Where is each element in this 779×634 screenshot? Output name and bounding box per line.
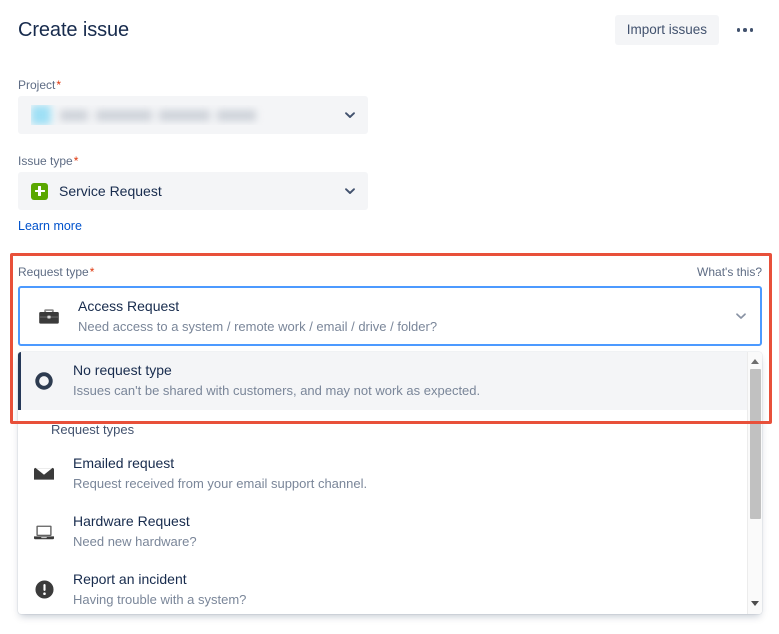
page-header: Create issue Import issues [0,0,779,60]
briefcase-icon [34,303,64,329]
request-type-label: Request type* [18,265,94,279]
chevron-down-icon [343,184,357,198]
dropdown-option-text: Emailed request Request received from yo… [59,454,750,493]
request-type-selected-text: Access Request Need access to a system /… [64,297,734,335]
whats-this-link[interactable]: What's this? [697,265,762,279]
issue-type-select-value: Service Request [31,182,343,200]
dropdown-option-title: Report an incident [73,571,187,587]
request-type-label-text: Request type [18,265,89,279]
dropdown-option-title: Emailed request [73,455,175,471]
dropdown-option-text: Hardware Request Need new hardware? [59,512,750,551]
project-label-text: Project [18,78,56,92]
project-select-value [31,105,343,125]
scroll-up-arrow-icon[interactable] [748,354,762,368]
request-type-selected-title: Access Request [78,298,180,314]
required-marker: * [56,78,62,92]
chevron-down-icon [343,108,357,122]
laptop-icon [29,519,59,545]
envelope-icon [29,461,59,487]
page-title: Create issue [18,18,130,41]
dropdown-option-emailed-request[interactable]: Emailed request Request received from yo… [18,445,762,503]
dropdown-group-label: Request types [51,422,135,437]
ring-icon [29,370,59,392]
import-issues-button[interactable]: Import issues [614,14,719,46]
field-project: Project* [0,78,779,134]
dot [736,28,741,32]
dropdown-option-no-request-type[interactable]: No request type Issues can't be shared w… [18,352,762,410]
issue-type-value-text: Service Request [59,183,162,199]
more-actions-icon[interactable] [731,16,759,44]
dropdown-option-report-an-incident[interactable]: Report an incident Having trouble with a… [18,561,762,614]
dropdown-option-title: No request type [73,362,172,378]
project-select[interactable] [18,96,368,134]
scroll-down-arrow-icon[interactable] [748,596,762,610]
dropdown-option-description: Issues can't be shared with customers, a… [73,383,481,398]
request-type-selected-description: Need access to a system / remote work / … [78,319,438,334]
dropdown-option-text: No request type Issues can't be shared w… [59,361,750,400]
project-avatar [31,105,51,125]
field-issue-type: Issue type* Service Request Learn more [0,154,779,235]
project-label: Project* [18,78,779,92]
request-type-select[interactable]: Access Request Need access to a system /… [18,286,762,346]
dot [749,28,754,32]
learn-more-link[interactable]: Learn more [18,219,82,233]
dropdown-option-title: Hardware Request [73,513,190,529]
triangle-up [751,358,759,364]
project-name-blurred [60,109,256,121]
request-type-header: Request type* What's this? [18,265,762,279]
exclamation-circle-icon [29,577,59,602]
dropdown-option-description: Request received from your email support… [73,476,368,491]
required-marker: * [89,265,95,279]
issue-type-label: Issue type* [18,154,779,168]
triangle-down [751,600,759,606]
dropdown-option-description: Need new hardware? [73,534,197,549]
dropdown-option-description: Having trouble with a system? [73,592,247,607]
create-issue-form: Project* Issue type* Service Request Lea… [0,60,779,235]
issue-type-select[interactable]: Service Request [18,172,368,210]
chevron-down-icon [734,309,748,323]
project-redacted-value [31,105,256,125]
request-type-dropdown: No request type Issues can't be shared w… [18,352,762,614]
dropdown-scrollbar[interactable] [747,352,762,614]
issue-type-label-text: Issue type [18,154,73,168]
service-request-icon [31,182,48,200]
dropdown-option-hardware-request[interactable]: Hardware Request Need new hardware? [18,503,762,561]
dot [743,28,747,32]
dropdown-option-text: Report an incident Having trouble with a… [59,570,750,609]
scrollbar-thumb[interactable] [750,369,761,519]
required-marker: * [73,154,79,168]
